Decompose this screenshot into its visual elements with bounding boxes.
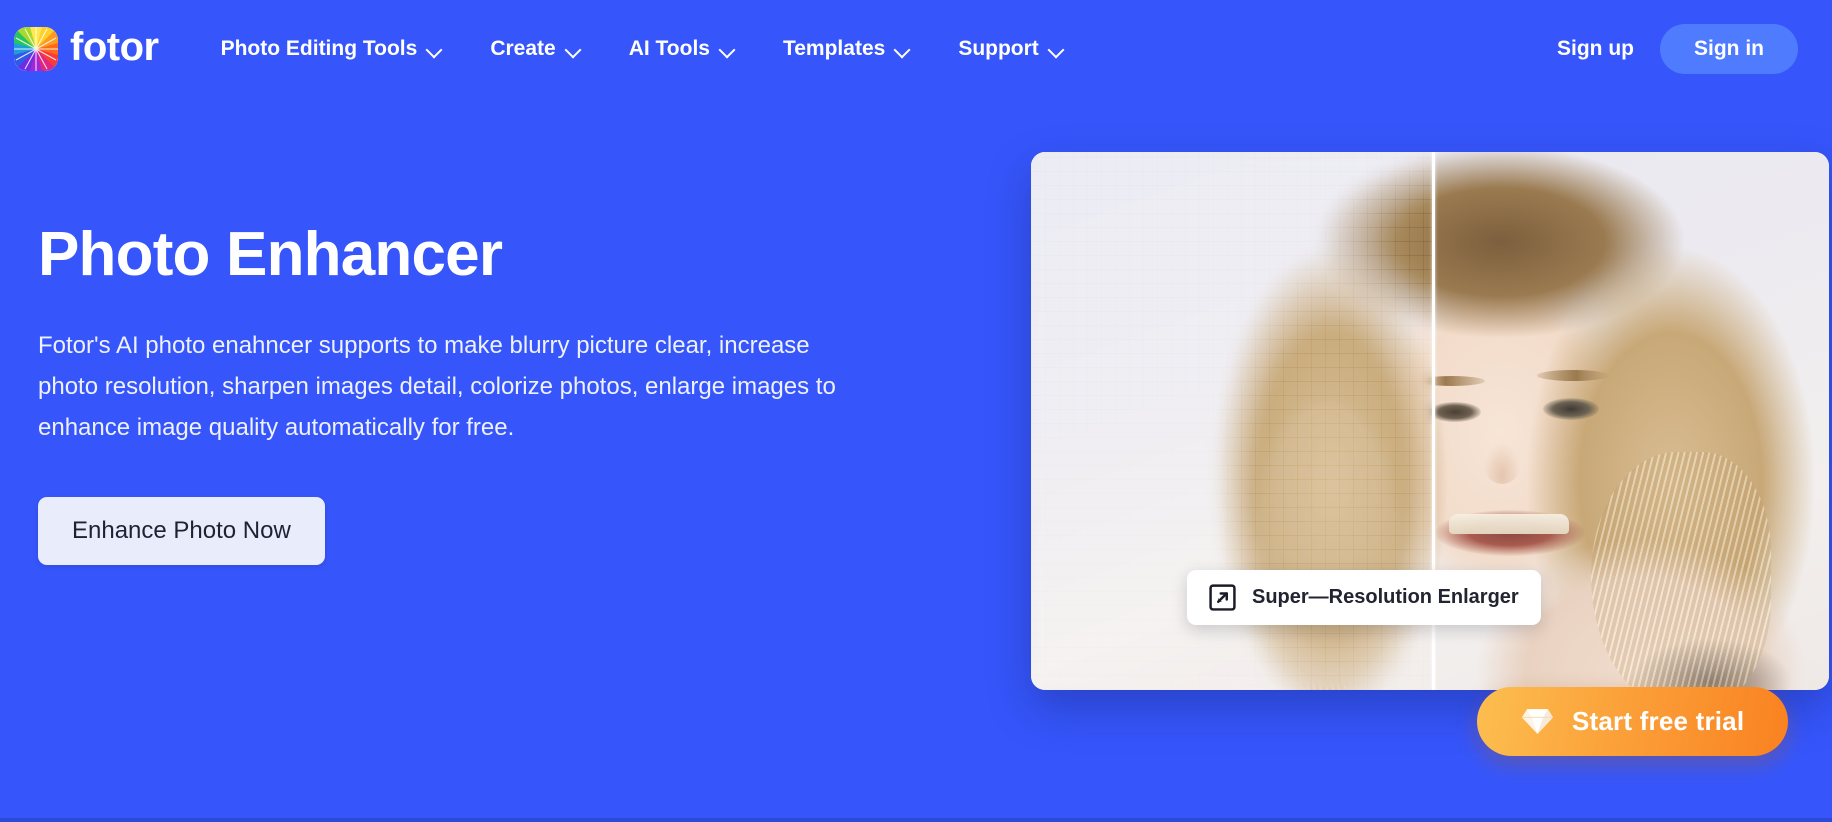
main-navigation: Photo Editing Tools Create AI Tools Temp…: [219, 31, 1553, 67]
chevron-down-icon: [895, 44, 910, 53]
nav-label: Templates: [782, 36, 886, 60]
nav-item-ai-tools[interactable]: AI Tools: [627, 31, 737, 67]
site-header: fotor Photo Editing Tools Create AI Tool…: [0, 0, 1832, 97]
page-root: fotor Photo Editing Tools Create AI Tool…: [0, 0, 1832, 822]
chevron-down-icon: [427, 44, 442, 53]
nav-item-templates[interactable]: Templates: [781, 31, 912, 67]
hero-description: Fotor's AI photo enahncer supports to ma…: [38, 331, 836, 442]
chevron-down-icon: [566, 44, 581, 53]
sign-in-button[interactable]: Sign in: [1660, 23, 1798, 74]
super-resolution-enlarger-chip[interactable]: Super—Resolution Enlarger: [1187, 570, 1541, 625]
nav-label: Support: [958, 36, 1039, 60]
header-actions: Sign up Sign in: [1553, 23, 1798, 74]
viewport-bottom-edge: [0, 818, 1832, 822]
nav-label: Create: [490, 36, 556, 60]
nav-item-create[interactable]: Create: [488, 31, 582, 67]
sign-up-link[interactable]: Sign up: [1553, 31, 1638, 67]
nav-item-photo-editing-tools[interactable]: Photo Editing Tools: [219, 31, 445, 67]
enhance-photo-now-button[interactable]: Enhance Photo Now: [38, 496, 325, 565]
nav-label: AI Tools: [628, 36, 710, 60]
page-title: Photo Enhancer: [38, 220, 503, 289]
chip-label: Super—Resolution Enlarger: [1252, 586, 1519, 608]
brand-name: fotor: [70, 25, 159, 69]
hero-content: Photo Enhancer Fotor's AI photo enahncer…: [38, 220, 908, 565]
before-after-comparison[interactable]: Super—Resolution Enlarger: [1031, 152, 1829, 690]
color-wheel-icon: [14, 26, 58, 71]
start-free-trial-button[interactable]: Start free trial: [1477, 687, 1789, 756]
brand-logo[interactable]: fotor: [14, 25, 159, 71]
chevron-down-icon: [720, 44, 735, 53]
nav-item-support[interactable]: Support: [956, 31, 1065, 67]
diamond-gem-icon: [1522, 709, 1553, 734]
nav-label: Photo Editing Tools: [220, 36, 418, 60]
photo-stage: Super—Resolution Enlarger: [1031, 152, 1829, 690]
expand-arrow-icon: [1209, 584, 1236, 611]
trial-label: Start free trial: [1572, 706, 1745, 736]
chevron-down-icon: [1049, 44, 1064, 53]
